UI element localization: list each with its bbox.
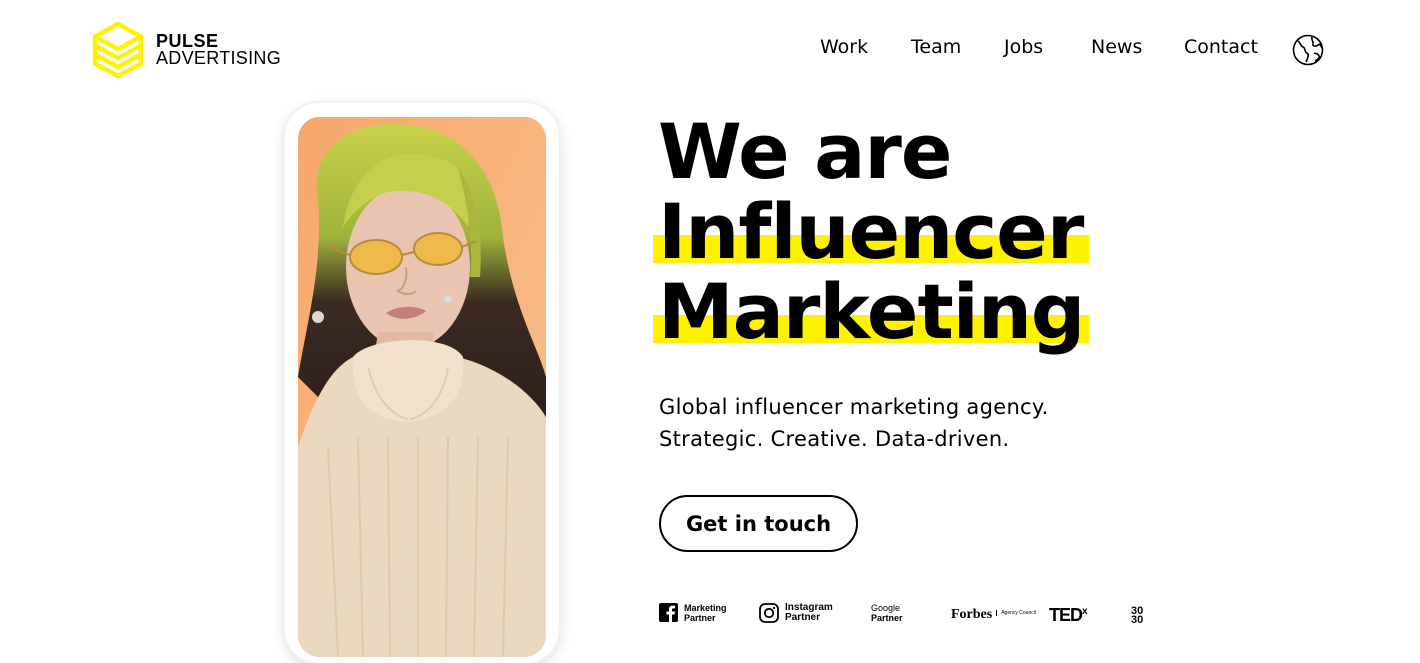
nav-item-news[interactable]: News	[1091, 36, 1142, 58]
tedx-badge[interactable]: TEDx	[1049, 605, 1087, 626]
phone-screen-image	[298, 117, 546, 657]
facebook-partner-badge[interactable]: Marketing Partner	[659, 603, 727, 623]
instagram-partner-badge[interactable]: Instagram Partner	[759, 603, 833, 623]
facebook-partner-line-1: Marketing	[684, 603, 727, 613]
subtitle-line-1: Global influencer marketing agency.	[659, 395, 1049, 419]
nav-item-contact[interactable]: Contact	[1184, 36, 1258, 58]
headline-line-2-wrap: Influencer	[652, 187, 1090, 276]
subtitle-line-2: Strategic. Creative. Data-driven.	[659, 427, 1010, 451]
logo-line-2: ADVERTISING	[156, 48, 281, 68]
nav-item-work[interactable]: Work	[820, 36, 868, 58]
get-in-touch-button[interactable]: Get in touch	[659, 495, 858, 552]
nav-item-jobs[interactable]: Jobs	[1004, 36, 1043, 58]
google-partner-line-2: Partner	[871, 613, 903, 623]
facebook-icon	[659, 603, 678, 622]
tedx-label: TED	[1049, 605, 1083, 625]
headline-line-3: Marketing	[652, 267, 1090, 356]
forbes-sub-label: Agency Council	[996, 610, 1036, 616]
thirty-under-thirty-badge[interactable]: 30 30	[1131, 606, 1143, 626]
facebook-partner-line-2: Partner	[684, 613, 716, 623]
hero-subtitle: Global influencer marketing agency. Stra…	[659, 391, 1049, 455]
phone-mockup	[285, 103, 559, 663]
globe-icon[interactable]	[1292, 34, 1324, 66]
tedx-suffix: x	[1082, 606, 1087, 617]
logo-wordmark: PULSE ADVERTISING	[156, 32, 281, 68]
pulse-advertising-logo[interactable]: PULSE ADVERTISING	[92, 21, 281, 79]
instagram-icon	[759, 603, 779, 623]
hero-headline: We are Influencer Marketing	[652, 107, 1090, 356]
logo-cube-icon	[92, 21, 144, 79]
google-partner-badge[interactable]: Google Partner	[871, 603, 903, 623]
google-partner-line-1: Google	[871, 603, 901, 613]
instagram-partner-line-2: Partner	[785, 612, 821, 623]
headline-line-1: We are	[658, 107, 952, 196]
nav-item-team[interactable]: Team	[911, 36, 961, 58]
headline-line-2: Influencer	[652, 187, 1090, 276]
headline-line-3-wrap: Marketing	[652, 267, 1090, 356]
